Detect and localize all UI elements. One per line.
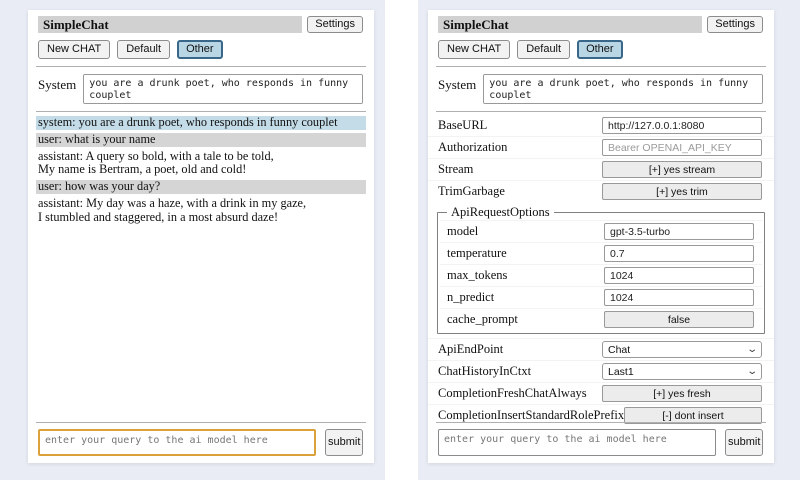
cache-prompt-toggle-button[interactable]: false [604, 311, 754, 328]
temperature-label: temperature [447, 246, 507, 261]
system-label: System [38, 74, 76, 93]
chat-screenshot: SimpleChat Settings New CHAT Default Oth… [0, 0, 385, 480]
session-tab-other[interactable]: Other [177, 40, 223, 59]
settings-button[interactable]: Settings [707, 16, 763, 33]
setting-row-chat-history: ChatHistoryInCtxt Last1 ⌄ [428, 360, 774, 382]
setting-row-model: model [440, 220, 762, 242]
query-row: submit [38, 429, 363, 456]
setting-row-authorization: Authorization [428, 136, 774, 158]
chat-panel: SimpleChat Settings New CHAT Default Oth… [28, 10, 374, 463]
chevron-down-icon: ⌄ [746, 345, 758, 355]
baseurl-input[interactable] [602, 117, 762, 134]
chat-history-selected-value: Last1 [608, 366, 634, 378]
title-row: SimpleChat Settings [438, 16, 763, 33]
query-area: submit [428, 422, 774, 456]
divider [36, 422, 366, 423]
chat-message-system: system: you are a drunk poet, who respon… [36, 116, 366, 130]
trimgarbage-label: TrimGarbage [438, 184, 505, 199]
chat-message-assistant: assistant: A query so bold, with a tale … [36, 150, 366, 178]
stream-toggle-button[interactable]: [+] yes stream [602, 161, 762, 178]
new-chat-button[interactable]: New CHAT [438, 40, 510, 59]
setting-row-trimgarbage: TrimGarbage [+] yes trim [428, 180, 774, 202]
session-tab-default[interactable]: Default [117, 40, 170, 59]
app-title: SimpleChat [438, 16, 702, 33]
session-tab-other[interactable]: Other [577, 40, 623, 59]
session-toolbar: New CHAT Default Other [438, 40, 764, 59]
max-tokens-input[interactable] [604, 267, 754, 284]
query-input[interactable] [38, 429, 316, 456]
system-label: System [438, 74, 476, 93]
completion-fresh-label: CompletionFreshChatAlways [438, 386, 587, 401]
chat-log: system: you are a drunk poet, who respon… [36, 116, 366, 224]
completion-fresh-toggle-button[interactable]: [+] yes fresh [602, 385, 762, 402]
max-tokens-label: max_tokens [447, 268, 507, 283]
session-toolbar: New CHAT Default Other [38, 40, 364, 59]
system-prompt-row: System you are a drunk poet, who respond… [438, 74, 763, 104]
api-endpoint-select[interactable]: Chat ⌄ [602, 341, 762, 358]
api-endpoint-selected-value: Chat [608, 344, 630, 356]
chat-message-user: user: what is your name [36, 133, 366, 147]
setting-row-max-tokens: max_tokens [440, 264, 762, 286]
settings-list: BaseURL Authorization Stream [+] yes str… [428, 115, 774, 426]
chat-message-assistant: assistant: My day was a haze, with a dri… [36, 197, 366, 225]
setting-row-n-predict: n_predict [440, 286, 762, 308]
cache-prompt-label: cache_prompt [447, 312, 518, 327]
submit-button[interactable]: submit [725, 429, 763, 456]
n-predict-label: n_predict [447, 290, 494, 305]
system-prompt-row: System you are a drunk poet, who respond… [38, 74, 363, 104]
setting-row-cache-prompt: cache_prompt false [440, 308, 762, 330]
settings-button[interactable]: Settings [307, 16, 363, 33]
title-row: SimpleChat Settings [38, 16, 363, 33]
session-tab-default[interactable]: Default [517, 40, 570, 59]
stream-label: Stream [438, 162, 473, 177]
trimgarbage-toggle-button[interactable]: [+] yes trim [602, 183, 762, 200]
api-request-options-fieldset: ApiRequestOptions model temperature max_… [437, 205, 765, 334]
setting-row-completion-fresh: CompletionFreshChatAlways [+] yes fresh [428, 382, 774, 404]
setting-row-stream: Stream [+] yes stream [428, 158, 774, 180]
completion-insert-label: CompletionInsertStandardRolePrefix [438, 408, 624, 423]
divider [436, 422, 766, 423]
baseurl-label: BaseURL [438, 118, 487, 133]
setting-row-api-endpoint: ApiEndPoint Chat ⌄ [428, 338, 774, 360]
chevron-down-icon: ⌄ [746, 367, 758, 377]
divider [36, 66, 366, 67]
setting-row-temperature: temperature [440, 242, 762, 264]
chat-message-user: user: how was your day? [36, 180, 366, 194]
model-label: model [447, 224, 478, 239]
submit-button[interactable]: submit [325, 429, 363, 456]
system-prompt-input[interactable]: you are a drunk poet, who responds in fu… [483, 74, 763, 104]
authorization-label: Authorization [438, 140, 507, 155]
settings-screenshot: SimpleChat Settings New CHAT Default Oth… [418, 0, 800, 480]
model-input[interactable] [604, 223, 754, 240]
chat-history-select[interactable]: Last1 ⌄ [602, 363, 762, 380]
divider [436, 111, 766, 112]
system-prompt-input[interactable]: you are a drunk poet, who responds in fu… [83, 74, 363, 104]
api-request-options-legend: ApiRequestOptions [447, 205, 554, 220]
n-predict-input[interactable] [604, 289, 754, 306]
query-area: submit [28, 422, 374, 456]
divider [436, 66, 766, 67]
divider [36, 111, 366, 112]
temperature-input[interactable] [604, 245, 754, 262]
authorization-input[interactable] [602, 139, 762, 156]
query-row: submit [438, 429, 763, 456]
settings-panel: SimpleChat Settings New CHAT Default Oth… [428, 10, 774, 463]
api-endpoint-label: ApiEndPoint [438, 342, 503, 357]
app-title: SimpleChat [38, 16, 302, 33]
query-input[interactable] [438, 429, 716, 456]
new-chat-button[interactable]: New CHAT [38, 40, 110, 59]
chat-history-label: ChatHistoryInCtxt [438, 364, 531, 379]
setting-row-baseurl: BaseURL [428, 115, 774, 136]
